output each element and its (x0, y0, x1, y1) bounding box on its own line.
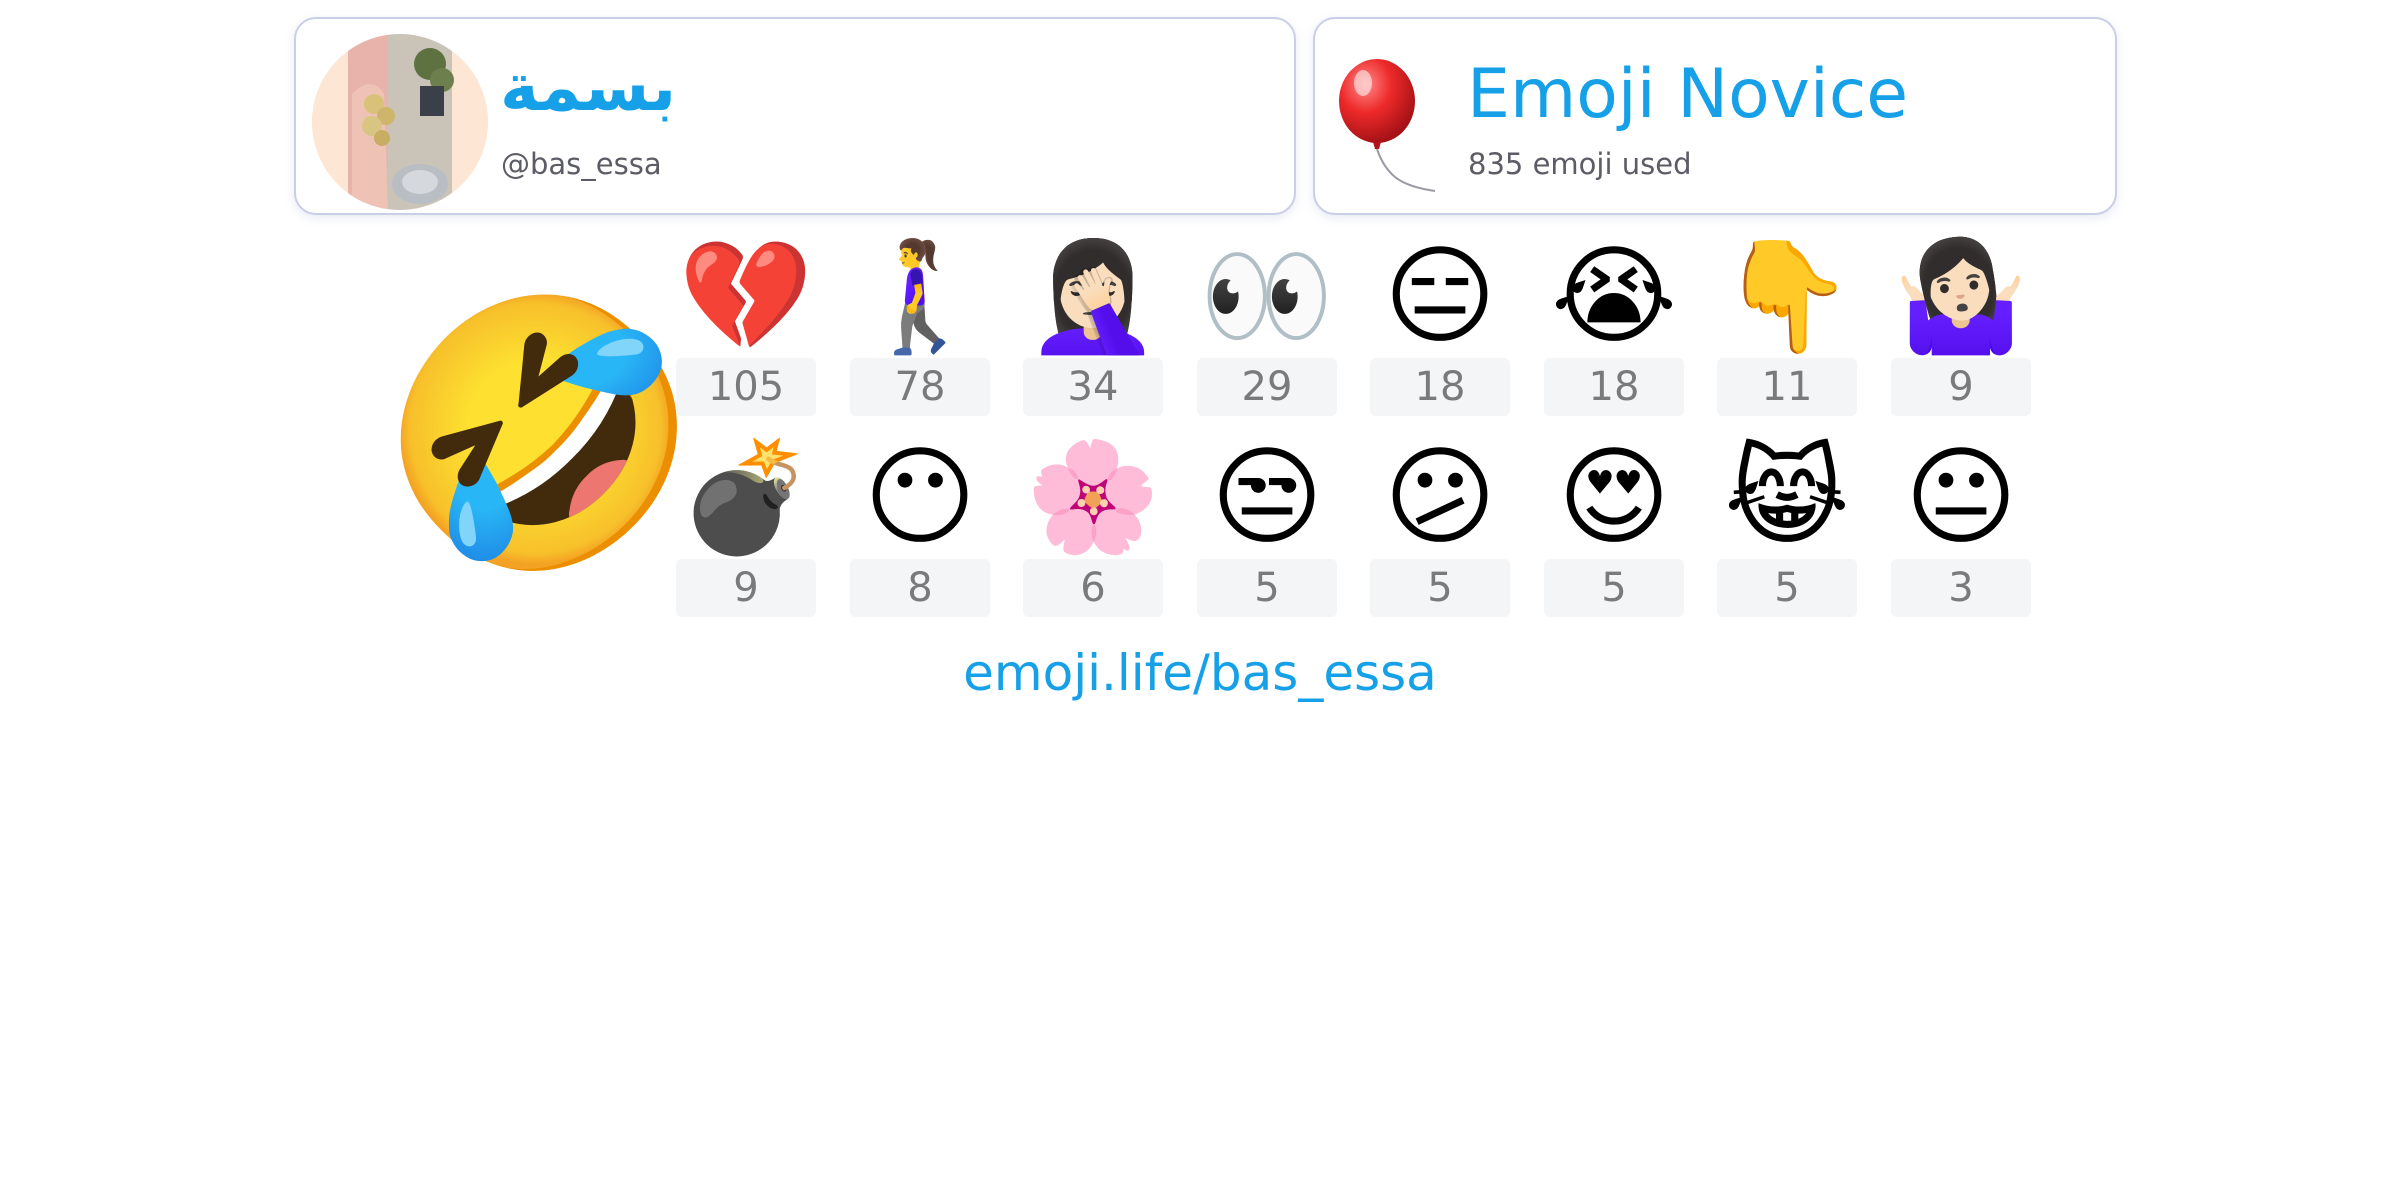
emoji-stat-cell[interactable]: 🌸 6 (1023, 437, 1163, 617)
neutral-face-icon: 😐 (1904, 435, 2018, 560)
emoji-stat-cell[interactable]: 😭 18 (1544, 236, 1684, 416)
emoji-count: 18 (1544, 358, 1684, 416)
cat-with-tears-of-joy-icon: 😹 (1723, 435, 1851, 560)
emoji-stat-cell[interactable]: 😒 5 (1197, 437, 1337, 617)
face-without-mouth-icon: 😶 (863, 435, 977, 560)
confused-face-icon: 😕 (1383, 435, 1497, 560)
cherry-blossom-icon: 🌸 (1025, 435, 1161, 560)
woman-facepalming-icon: 🤦🏻‍♀️ (1025, 234, 1161, 359)
emoji-stat-cell[interactable]: 🚶‍♀️ 78 (850, 236, 990, 416)
eyes-icon: 👀 (1199, 234, 1335, 359)
emoji-stat-cell[interactable]: 💣 9 (676, 437, 816, 617)
profile-card[interactable]: بسمة @bas_essa (294, 17, 1296, 215)
badge-title: Emoji Novice (1467, 55, 1909, 134)
emoji-stat-cell[interactable]: 🤷🏻‍♀️ 9 (1891, 236, 2031, 416)
profile-handle[interactable]: @bas_essa (501, 150, 662, 179)
emoji-count: 5 (1717, 559, 1857, 617)
loudly-crying-face-icon: 😭 (1550, 234, 1678, 359)
woman-shrugging-icon: 🤷🏻‍♀️ (1893, 234, 2029, 359)
page: بسمة @bas_essa Emoji Novice 835 emoji us… (0, 0, 2400, 1200)
emoji-count: 3 (1891, 559, 2031, 617)
rolling-on-floor-laughing-icon: 🤣 (378, 284, 702, 586)
emoji-stat-cell[interactable]: 💔 105 (676, 236, 816, 416)
profile-link[interactable]: emoji.life/bas_essa (0, 648, 2400, 698)
emoji-count: 5 (1370, 559, 1510, 617)
emoji-stat-cell[interactable]: 👇 11 (1717, 236, 1857, 416)
unamused-face-icon: 😒 (1210, 435, 1324, 560)
expressionless-face-icon: 😑 (1383, 234, 1497, 359)
emoji-stat-cell[interactable]: 😍 5 (1544, 437, 1684, 617)
emoji-used-count: 835 emoji used (1468, 147, 1692, 181)
emoji-count: 5 (1197, 559, 1337, 617)
emoji-stat-cell[interactable]: 😕 5 (1370, 437, 1510, 617)
woman-walking-icon: 🚶‍♀️ (852, 234, 988, 359)
backhand-index-pointing-down-icon: 👇 (1719, 234, 1855, 359)
emoji-count: 9 (676, 559, 816, 617)
emoji-count: 9 (1891, 358, 2031, 416)
avatar[interactable] (312, 34, 488, 210)
emoji-count: 105 (676, 358, 816, 416)
broken-heart-icon: 💔 (678, 234, 814, 359)
emoji-stat-cell[interactable]: 😶 8 (850, 437, 990, 617)
emoji-stat-cell[interactable]: 🤦🏻‍♀️ 34 (1023, 236, 1163, 416)
emoji-count: 78 (850, 358, 990, 416)
emoji-count: 8 (850, 559, 990, 617)
profile-name: بسمة (500, 49, 677, 126)
emoji-stat-cell[interactable]: 😐 3 (1891, 437, 2031, 617)
emoji-stat-cell[interactable]: 😑 18 (1370, 236, 1510, 416)
heart-eyes-face-icon: 😍 (1557, 435, 1671, 560)
emoji-stat-cell[interactable]: 👀 29 (1197, 236, 1337, 416)
emoji-count: 11 (1717, 358, 1857, 416)
emoji-count: 29 (1197, 358, 1337, 416)
emoji-count: 5 (1544, 559, 1684, 617)
emoji-count: 18 (1370, 358, 1510, 416)
emoji-count: 34 (1023, 358, 1163, 416)
emoji-count: 6 (1023, 559, 1163, 617)
badge-card: Emoji Novice 835 emoji used (1313, 17, 2117, 215)
balloon-icon (1339, 59, 1436, 192)
bomb-icon: 💣 (678, 435, 814, 560)
emoji-stat-cell[interactable]: 😹 5 (1717, 437, 1857, 617)
